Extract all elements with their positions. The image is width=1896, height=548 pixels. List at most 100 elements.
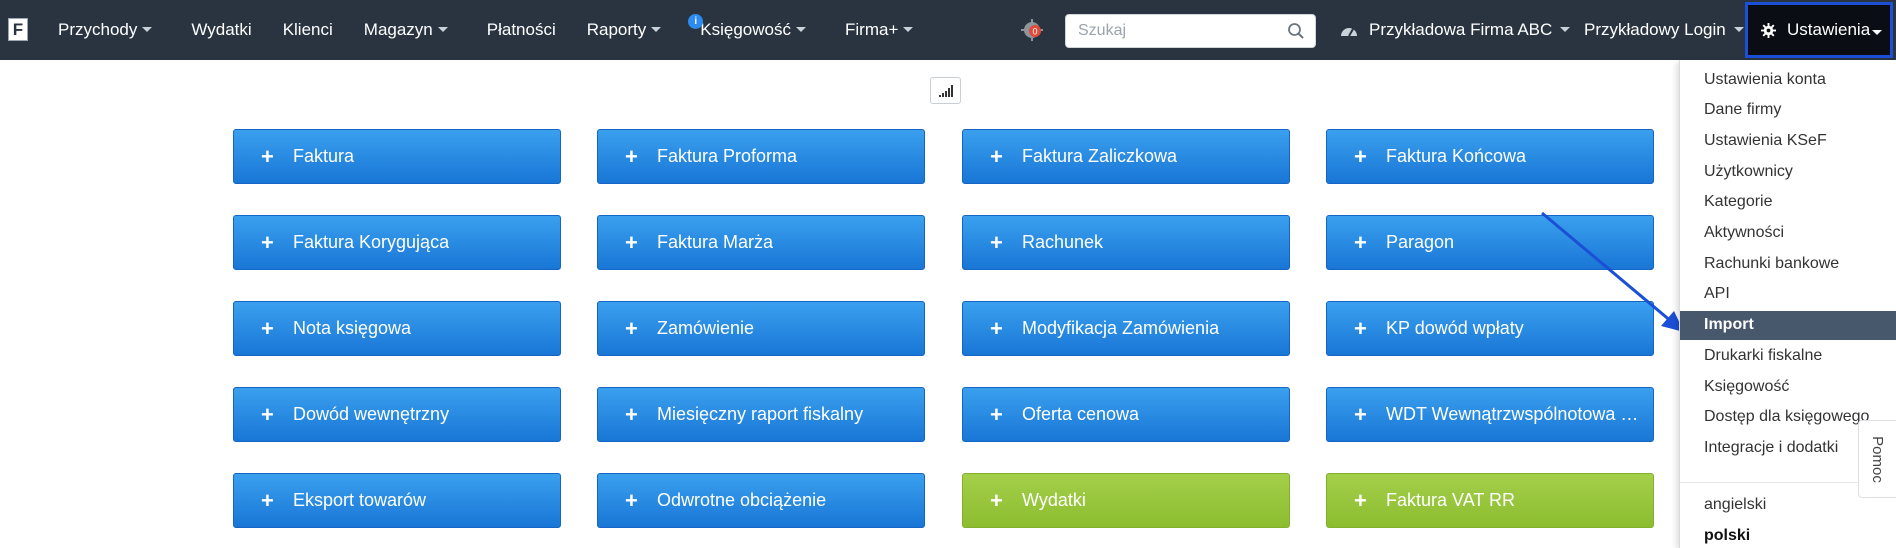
tile-faktura-koncowa[interactable]: + Faktura Końcowa xyxy=(1326,129,1654,184)
tile-faktura[interactable]: + Faktura xyxy=(233,129,561,184)
plus-icon: + xyxy=(990,143,1003,169)
nav-item-firma[interactable]: Firma+ xyxy=(845,0,921,60)
tile-faktura-vat-rr[interactable]: + Faktura VAT RR xyxy=(1326,473,1654,528)
plus-icon: + xyxy=(1354,229,1367,255)
nav-item-label: Raporty xyxy=(586,20,647,39)
tile-faktura-proforma[interactable]: + Faktura Proforma xyxy=(597,129,925,184)
menu-item-import[interactable]: Import xyxy=(1680,310,1896,340)
nav-item-label: Wydatki xyxy=(191,20,252,39)
tile-faktura-marza[interactable]: + Faktura Marża xyxy=(597,215,925,270)
search-icon[interactable] xyxy=(1287,22,1305,40)
tile-label: Oferta cenowa xyxy=(1022,404,1140,424)
tile-label: Faktura VAT RR xyxy=(1386,490,1516,510)
status-badge: 0 xyxy=(1032,27,1037,37)
chevron-down-icon xyxy=(796,27,806,32)
tile-eksport-towarow[interactable]: + Eksport towarów xyxy=(233,473,561,528)
plus-icon: + xyxy=(261,315,274,341)
menu-item-drukarki-fiskalne[interactable]: Drukarki fiskalne xyxy=(1680,341,1896,370)
plus-icon: + xyxy=(1354,315,1367,341)
plus-icon: + xyxy=(625,487,638,513)
tile-label: Faktura Proforma xyxy=(657,146,798,166)
plus-icon: + xyxy=(625,315,638,341)
view-toggle-button[interactable] xyxy=(930,77,961,104)
help-tab-label: Pomoc xyxy=(1869,435,1886,483)
menu-item-api[interactable]: API xyxy=(1680,280,1896,309)
search-box xyxy=(1065,14,1316,48)
chevron-down-icon xyxy=(142,27,153,32)
tile-kp-dowod-wplaty[interactable]: + KP dowód wpłaty xyxy=(1326,301,1654,356)
menu-item-uzytkownicy[interactable]: Użytkownicy xyxy=(1680,157,1896,186)
nav-item-magazyn[interactable]: Magazyn xyxy=(364,0,456,60)
chevron-down-icon xyxy=(1872,30,1882,35)
nav-item-label: Księgowość xyxy=(700,20,791,39)
tile-label: Dowód wewnętrzny xyxy=(293,404,450,424)
company-menu[interactable]: Przykładowa Firma ABC xyxy=(1340,0,1574,60)
tile-rachunek[interactable]: + Rachunek xyxy=(962,215,1290,270)
nav-item-label: Magazyn xyxy=(363,20,433,39)
tile-wdt-wewnatrzwspolnotowa[interactable]: + WDT Wewnątrzwspólnotowa … xyxy=(1326,387,1654,442)
tile-faktura-zaliczkowa[interactable]: + Faktura Zaliczkowa xyxy=(962,129,1290,184)
plus-icon: + xyxy=(261,401,274,427)
help-tab[interactable]: Pomoc xyxy=(1858,420,1896,498)
menu-item-ustawienia-konta[interactable]: Ustawienia konta xyxy=(1680,65,1896,94)
top-navbar: F Przychody Wydatki Klienci Magazyn Płatnośc… xyxy=(0,0,1896,60)
tile-label: Rachunek xyxy=(1022,232,1104,252)
search-input[interactable] xyxy=(1066,15,1276,47)
tile-zamowienie[interactable]: + Zamówienie xyxy=(597,301,925,356)
gear-icon xyxy=(1761,22,1776,38)
plus-icon: + xyxy=(990,401,1003,427)
plus-icon: + xyxy=(1354,143,1367,169)
tile-label: Modyfikacja Zamówienia xyxy=(1022,318,1220,338)
menu-item-ksiegowosc[interactable]: Księgowość xyxy=(1680,372,1896,401)
tile-label: Faktura Marża xyxy=(657,232,774,252)
nav-item-klienci[interactable]: Klienci xyxy=(283,0,333,60)
nav-item-label: Firma+ xyxy=(845,20,899,39)
tile-label: Paragon xyxy=(1386,232,1455,252)
menu-item-rachunki-bankowe[interactable]: Rachunki bankowe xyxy=(1680,249,1896,278)
nav-item-platnosci[interactable]: Płatności xyxy=(487,0,556,60)
nav-item-raporty[interactable]: Raporty xyxy=(587,0,670,60)
company-name: Przykładowa Firma ABC xyxy=(1369,20,1553,39)
tile-label: Eksport towarów xyxy=(293,490,427,510)
settings-label: Ustawienia xyxy=(1787,20,1871,39)
plus-icon: + xyxy=(990,229,1003,255)
chevron-down-icon xyxy=(1733,27,1744,32)
tile-nota-ksiegowa[interactable]: + Nota księgowa xyxy=(233,301,561,356)
app-logo[interactable]: F xyxy=(8,18,28,41)
tile-oferta-cenowa[interactable]: + Oferta cenowa xyxy=(962,387,1290,442)
tile-odwrotne-obciazenie[interactable]: + Odwrotne obciążenie xyxy=(597,473,925,528)
nav-item-przychody[interactable]: Przychody xyxy=(58,0,160,60)
language-option-polski[interactable]: polski xyxy=(1680,521,1896,548)
tile-miesieczny-raport-fiskalny[interactable]: + Miesięczny raport fiskalny xyxy=(597,387,925,442)
plus-icon: + xyxy=(261,487,274,513)
plus-icon: + xyxy=(990,315,1003,341)
tile-paragon[interactable]: + Paragon xyxy=(1326,215,1654,270)
user-login: Przykładowy Login xyxy=(1584,20,1726,39)
tile-modyfikacja-zamowienia[interactable]: + Modyfikacja Zamówienia xyxy=(962,301,1290,356)
menu-item-aktywnosci[interactable]: Aktywności xyxy=(1680,219,1896,248)
user-menu[interactable]: Przykładowy Login xyxy=(1584,0,1748,60)
nav-item-ksiegowosc[interactable]: i Księgowość xyxy=(688,0,814,60)
settings-button[interactable]: Ustawienia xyxy=(1745,2,1893,58)
nav-item-wydatki[interactable]: Wydatki xyxy=(191,0,251,60)
menu-item-dane-firmy[interactable]: Dane firmy xyxy=(1680,96,1896,125)
tile-faktura-korygujaca[interactable]: + Faktura Korygująca xyxy=(233,215,561,270)
plus-icon: + xyxy=(1354,401,1367,427)
menu-item-kategorie[interactable]: Kategorie xyxy=(1680,188,1896,217)
tile-label: Odwrotne obciążenie xyxy=(657,490,827,510)
tile-label: Nota księgowa xyxy=(293,318,412,338)
tile-wydatki[interactable]: + Wydatki xyxy=(962,473,1290,528)
plus-icon: + xyxy=(261,229,274,255)
signal-bars-icon xyxy=(938,84,953,97)
status-gear-icon[interactable]: 0 xyxy=(1021,18,1045,42)
main-nav: Przychody Wydatki Klienci Magazyn Płatności R… xyxy=(58,0,952,60)
chevron-down-icon xyxy=(651,27,662,32)
menu-item-ustawienia-ksef[interactable]: Ustawienia KSeF xyxy=(1680,126,1896,155)
tile-label: WDT Wewnątrzwspólnotowa … xyxy=(1386,404,1639,424)
chevron-down-icon xyxy=(903,27,914,32)
tile-label: Miesięczny raport fiskalny xyxy=(657,404,864,424)
nav-item-label: Klienci xyxy=(282,20,333,39)
tile-dowod-wewnetrzny[interactable]: + Dowód wewnętrzny xyxy=(233,387,561,442)
plus-icon: + xyxy=(625,401,638,427)
tile-label: Zamówienie xyxy=(657,318,755,338)
